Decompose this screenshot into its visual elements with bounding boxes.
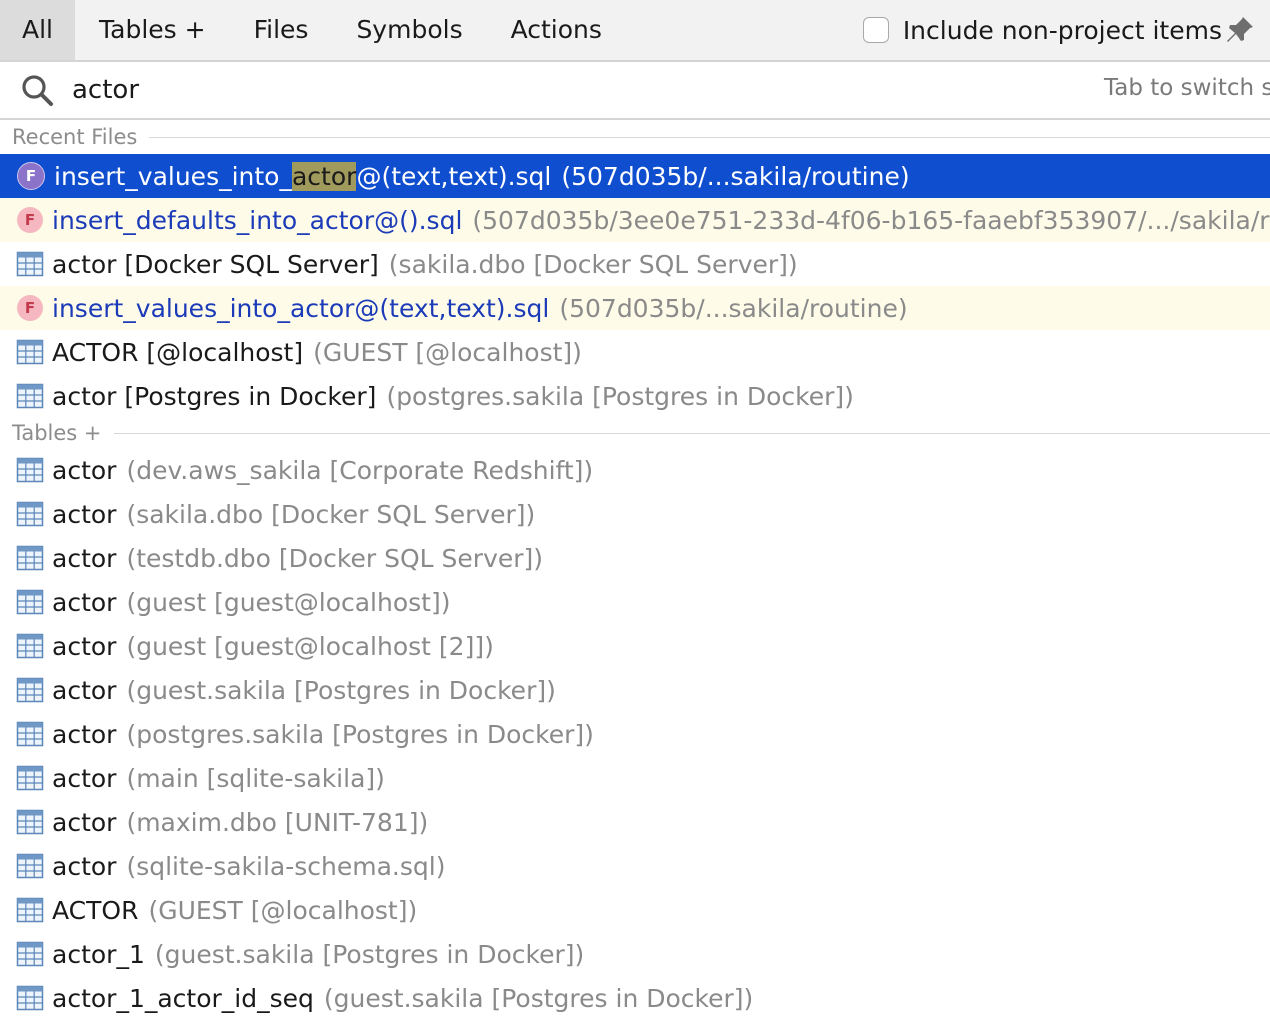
recent-item-actor-docker-sql[interactable]: actor [Docker SQL Server] (sakila.dbo [D… [0, 242, 1270, 286]
item-name: ACTOR [@localhost] [52, 337, 304, 367]
recent-item-insert-values[interactable]: F insert_values_into_actor@(text,text).s… [0, 286, 1270, 330]
function-badge-icon: F [17, 162, 45, 190]
magnifier-icon [22, 75, 53, 106]
table-row[interactable]: actor (sakila.dbo [Docker SQL Server]) [0, 492, 1270, 536]
table-grid-icon [16, 457, 44, 483]
item-name: actor [52, 587, 117, 617]
include-non-project-checkbox[interactable] [862, 17, 889, 43]
item-name: actor [52, 455, 117, 485]
table-row[interactable]: actor (testdb.dbo [Docker SQL Server]) [0, 536, 1270, 580]
table-grid-icon [16, 633, 44, 659]
table-row[interactable]: actor_1_actor_id_seq (guest.sakila [Postg… [0, 976, 1270, 1020]
item-location: (GUEST [@localhost]) [148, 895, 418, 925]
item-name: actor [Postgres in Docker] [52, 381, 377, 411]
section-tables: Tables + [0, 418, 1270, 448]
tab-all[interactable]: All [0, 0, 75, 60]
tab-tables[interactable]: Tables + [75, 0, 230, 60]
include-non-project-option[interactable]: Include non-project items [862, 15, 1222, 45]
item-name: actor [52, 719, 117, 749]
item-location: (postgres.sakila [Postgres in Docker]) [386, 381, 854, 411]
table-grid-icon [16, 251, 44, 277]
item-name: ACTOR [52, 895, 139, 925]
item-name: actor_1 [52, 939, 145, 969]
item-location: (main [sqlite-sakila]) [126, 763, 385, 793]
item-name: actor [Docker SQL Server] [52, 249, 379, 279]
item-location: (sqlite-sakila-schema.sql) [126, 851, 446, 881]
function-badge-icon: F [17, 295, 43, 321]
tab-symbols[interactable]: Symbols [332, 0, 486, 60]
table-grid-icon [16, 589, 44, 615]
include-non-project-label: Include non-project items [902, 15, 1222, 45]
item-location: (testdb.dbo [Docker SQL Server]) [126, 543, 544, 573]
table-grid-icon [16, 339, 44, 365]
item-name: actor [52, 675, 117, 705]
table-row[interactable]: actor (sqlite-sakila-schema.sql) [0, 844, 1270, 888]
recent-item-actor-postgres[interactable]: actor [Postgres in Docker] (postgres.sak… [0, 374, 1270, 418]
table-row[interactable]: actor (guest [guest@localhost [2]]) [0, 624, 1270, 668]
table-grid-icon [16, 897, 44, 923]
table-grid-icon [16, 721, 44, 747]
item-location: (GUEST [@localhost]) [313, 337, 582, 367]
item-location: (sakila.dbo [Docker SQL Server]) [126, 499, 536, 529]
item-name: actor [52, 851, 117, 881]
item-location: (guest [guest@localhost]) [126, 587, 451, 617]
table-row[interactable]: actor_1 (guest.sakila [Postgres in Docker… [0, 932, 1270, 976]
search-bar: Tab to switch sc [0, 62, 1270, 120]
pin-icon[interactable] [1224, 14, 1256, 46]
section-tables-label: Tables + [12, 421, 102, 445]
item-location: (507d035b/3ee0e751-233d-4f06-b165-faaebf… [472, 205, 1270, 235]
section-divider [149, 136, 1270, 138]
section-divider [113, 432, 1270, 434]
item-location: (507d035b/...sakila/routine) [559, 293, 908, 323]
tab-actions[interactable]: Actions [487, 0, 626, 60]
scope-tab-bar: All Tables + Files Symbols Actions Inclu… [0, 0, 1270, 62]
table-grid-icon [16, 809, 44, 835]
item-location: (guest.sakila [Postgres in Docker]) [323, 983, 754, 1013]
item-location: (507d035b/...sakila/routine) [561, 161, 910, 191]
item-name: insert_values_into_actor@(text,text).sql [54, 161, 552, 191]
function-badge-icon: F [17, 207, 43, 233]
search-input[interactable] [72, 75, 972, 105]
item-location: (guest.sakila [Postgres in Docker]) [126, 675, 556, 705]
item-name: insert_defaults_into_actor@().sql [52, 205, 463, 235]
recent-item-actor-localhost[interactable]: ACTOR [@localhost] (GUEST [@localhost]) [0, 330, 1270, 374]
tab-switch-hint: Tab to switch sc [1103, 75, 1270, 101]
table-row[interactable]: actor (guest [guest@localhost]) [0, 580, 1270, 624]
table-row[interactable]: actor (postgres.sakila [Postgres in Docke… [0, 712, 1270, 756]
item-location: (sakila.dbo [Docker SQL Server]) [388, 249, 798, 279]
table-results-list: actor (dev.aws_sakila [Corporate Redshift… [0, 448, 1270, 1020]
item-name: actor [52, 631, 117, 661]
item-location: (dev.aws_sakila [Corporate Redshift]) [126, 455, 594, 485]
table-row[interactable]: actor (guest.sakila [Postgres in Docker]) [0, 668, 1270, 712]
item-name: actor [52, 543, 117, 573]
table-grid-icon [16, 941, 44, 967]
match-highlight: actor [291, 161, 357, 191]
item-name: actor_1_actor_id_seq [52, 983, 314, 1013]
table-grid-icon [16, 677, 44, 703]
item-location: (maxim.dbo [UNIT-781]) [126, 807, 429, 837]
item-location: (guest.sakila [Postgres in Docker]) [154, 939, 585, 969]
table-row[interactable]: actor (main [sqlite-sakila]) [0, 756, 1270, 800]
section-recent-files: Recent Files [0, 120, 1270, 154]
table-grid-icon [16, 985, 44, 1011]
table-grid-icon [16, 383, 44, 409]
tab-files[interactable]: Files [230, 0, 333, 60]
item-name: actor [52, 807, 117, 837]
table-grid-icon [16, 501, 44, 527]
table-grid-icon [16, 853, 44, 879]
table-row[interactable]: ACTOR (GUEST [@localhost]) [0, 888, 1270, 932]
item-location: (postgres.sakila [Postgres in Docker]) [126, 719, 594, 749]
recent-item-insert-values-selected[interactable]: F insert_values_into_actor@(text,text).s… [0, 154, 1270, 198]
table-grid-icon [16, 765, 44, 791]
item-location: (guest [guest@localhost [2]]) [126, 631, 494, 661]
item-name: insert_values_into_actor@(text,text).sql [52, 293, 550, 323]
section-recent-files-label: Recent Files [12, 125, 138, 149]
table-row[interactable]: actor (maxim.dbo [UNIT-781]) [0, 800, 1270, 844]
table-grid-icon [16, 545, 44, 571]
item-name: actor [52, 763, 117, 793]
item-name: actor [52, 499, 117, 529]
table-row[interactable]: actor (dev.aws_sakila [Corporate Redshift… [0, 448, 1270, 492]
recent-item-insert-defaults[interactable]: F insert_defaults_into_actor@().sql (507… [0, 198, 1270, 242]
